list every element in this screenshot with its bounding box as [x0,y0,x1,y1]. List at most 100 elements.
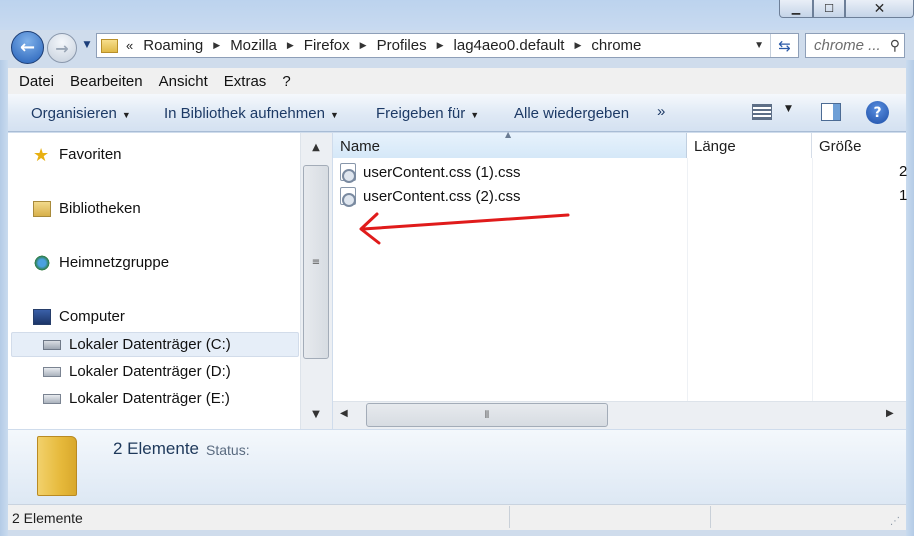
menu-view[interactable]: Ansicht [151,73,216,90]
chevron-down-icon[interactable]: ▼ [785,104,792,114]
search-input[interactable]: chrome ... ⚲ [805,33,905,58]
close-icon: ✕ [873,0,886,17]
nav-drive-d-label: Lokaler Datenträger (D:) [69,363,231,380]
menu-help[interactable]: ? [274,73,298,90]
nav-computer[interactable]: Computer [33,308,125,325]
share-with-button[interactable]: Freigeben für ▼ [376,105,479,122]
menu-edit[interactable]: Bearbeiten [62,73,151,90]
search-placeholder: chrome ... [814,37,881,54]
status-divider [509,506,510,528]
scroll-down-icon[interactable]: ▼ [305,409,327,420]
play-all-button[interactable]: Alle wiedergeben [514,105,629,122]
nav-computer-label: Computer [59,308,125,325]
play-label: Alle wiedergeben [514,105,630,122]
refresh-icon: ⇆ [778,36,791,55]
folder-icon [101,38,118,53]
breadcrumb-separator-icon[interactable]: ▶ [287,40,294,51]
window-frame-left [0,60,8,536]
drive-icon [43,393,61,404]
recent-pages-dropdown[interactable]: ▼ [80,40,94,54]
view-options-icon[interactable] [752,104,772,120]
breadcrumb-separator-icon[interactable]: ▶ [574,40,581,51]
close-button[interactable]: ✕ [845,0,914,18]
title-bar[interactable] [0,0,914,30]
nav-libraries-label: Bibliotheken [59,200,141,217]
homegroup-icon [33,254,51,271]
column-header-size[interactable]: Größe [813,133,906,158]
organize-button[interactable]: Organisieren ▼ [31,105,131,122]
breadcrumb-profile[interactable]: lag4aeo0.default [454,37,565,54]
menu-file[interactable]: Datei [8,73,62,90]
window-frame-right [906,60,914,536]
star-icon: ★ [33,144,50,165]
file-name: userContent.css (2).css [363,187,521,205]
folder-icon [37,436,77,496]
maximize-button[interactable]: ☐ [813,0,845,18]
nav-scrollbar-thumb[interactable]: ≡ [303,165,329,359]
nav-favorites[interactable]: ★ Favoriten [33,144,122,165]
share-label: Freigeben für [376,105,466,122]
css-file-icon [340,187,356,207]
breadcrumb-separator-icon[interactable]: ▶ [360,40,367,51]
minimize-button[interactable]: ▁ [779,0,813,18]
status-divider [710,506,711,528]
breadcrumb-firefox[interactable]: Firefox [304,37,350,54]
address-dropdown-icon[interactable]: ▼ [754,40,764,51]
breadcrumb-chrome[interactable]: chrome [591,37,641,54]
file-row[interactable]: userContent.css (1).css [340,161,521,183]
menu-tools[interactable]: Extras [216,73,275,90]
breadcrumb-profiles[interactable]: Profiles [377,37,427,54]
sort-ascending-icon: ▲ [505,130,512,139]
details-item-count: 2 Elemente [113,439,199,458]
back-button[interactable]: ← [11,31,44,64]
navigation-pane [8,133,300,429]
column-length-label: Länge [694,138,736,155]
search-icon[interactable]: ⚲ [890,37,900,54]
scroll-left-icon[interactable]: ◀ [340,408,348,419]
resize-grip-icon[interactable]: ⋰ [890,516,900,527]
drive-icon [43,366,61,377]
breadcrumb-separator-icon[interactable]: ▶ [213,40,220,51]
file-size: 2 [899,163,908,180]
column-size-label: Größe [819,138,862,155]
chevron-down-icon: ▼ [329,110,339,120]
library-label: In Bibliothek aufnehmen [164,105,325,122]
nav-drive-c[interactable]: Lokaler Datenträger (C:) [43,336,231,353]
nav-drive-d[interactable]: Lokaler Datenträger (D:) [43,363,231,380]
css-file-icon [340,163,356,183]
annotation-arrow-shaft [361,213,570,231]
breadcrumb-roaming[interactable]: Roaming [143,37,203,54]
address-overflow[interactable]: « [126,38,133,53]
organize-label: Organisieren [31,105,117,122]
column-divider [812,158,813,401]
file-size: 1 [899,187,908,204]
file-name: userContent.css (1).css [363,163,521,181]
scroll-right-icon[interactable]: ▶ [886,408,894,419]
horizontal-scrollbar-thumb[interactable]: ⦀ [366,403,608,427]
forward-button[interactable]: → [47,33,77,63]
chevron-down-icon: ▼ [121,110,131,120]
preview-pane-icon[interactable] [821,103,841,121]
maximize-icon: ☐ [824,2,834,15]
add-to-library-button[interactable]: In Bibliothek aufnehmen ▼ [164,105,339,122]
help-icon[interactable]: ? [866,101,889,124]
nav-drive-e[interactable]: Lokaler Datenträger (E:) [43,390,230,407]
help-label: ? [873,104,882,121]
computer-icon [33,308,51,325]
refresh-button[interactable]: ⇆ [770,34,798,57]
address-bar[interactable]: « Roaming ▶ Mozilla ▶ Firefox ▶ Profiles ▶ l… [96,33,799,58]
column-header-length[interactable]: Länge [688,133,812,158]
libraries-icon [33,200,51,217]
nav-homegroup-label: Heimnetzgruppe [59,254,170,271]
breadcrumb-mozilla[interactable]: Mozilla [230,37,277,54]
forward-arrow-icon: → [55,38,69,58]
scroll-up-icon[interactable]: ▲ [305,142,327,153]
nav-drive-c-label: Lokaler Datenträger (C:) [69,336,231,353]
minimize-icon: ▁ [791,2,801,15]
more-commands-button[interactable]: » [657,103,665,120]
breadcrumb-separator-icon[interactable]: ▶ [437,40,444,51]
nav-drive-e-label: Lokaler Datenträger (E:) [69,390,230,407]
file-row[interactable]: userContent.css (2).css [340,185,521,207]
nav-homegroup[interactable]: Heimnetzgruppe [33,254,169,271]
nav-libraries[interactable]: Bibliotheken [33,200,141,217]
